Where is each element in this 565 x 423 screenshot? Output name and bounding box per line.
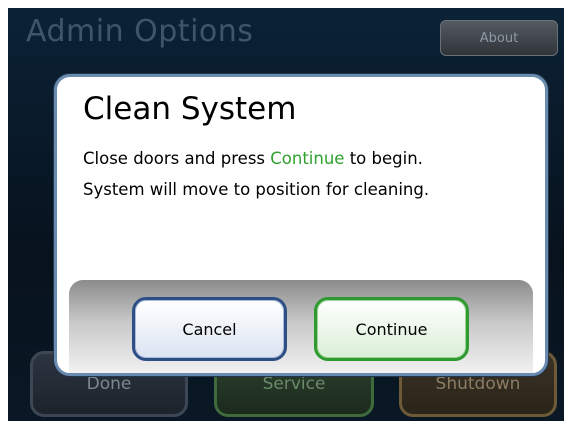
screen-title: Admin Options (26, 14, 254, 49)
dialog-message-line-2: System will move to position for cleanin… (83, 180, 430, 199)
clean-system-dialog: Clean System Close doors and press Conti… (54, 74, 548, 376)
about-button[interactable]: About (440, 20, 558, 56)
dialog-footer: Cancel Continue (69, 280, 533, 373)
continue-button[interactable]: Continue (314, 297, 469, 361)
message-prefix: Close doors and press (83, 149, 271, 168)
message-continue-highlight: Continue (270, 149, 345, 168)
dialog-message: Close doors and press Continue to begin.… (83, 143, 535, 205)
cancel-button[interactable]: Cancel (132, 297, 287, 361)
dialog-title: Clean System (83, 91, 297, 127)
message-suffix: to begin. (344, 149, 423, 168)
admin-options-screen: Admin Options About Done Service Shutdow… (8, 8, 564, 421)
dialog-message-line-1: Close doors and press Continue to begin. (83, 143, 535, 174)
